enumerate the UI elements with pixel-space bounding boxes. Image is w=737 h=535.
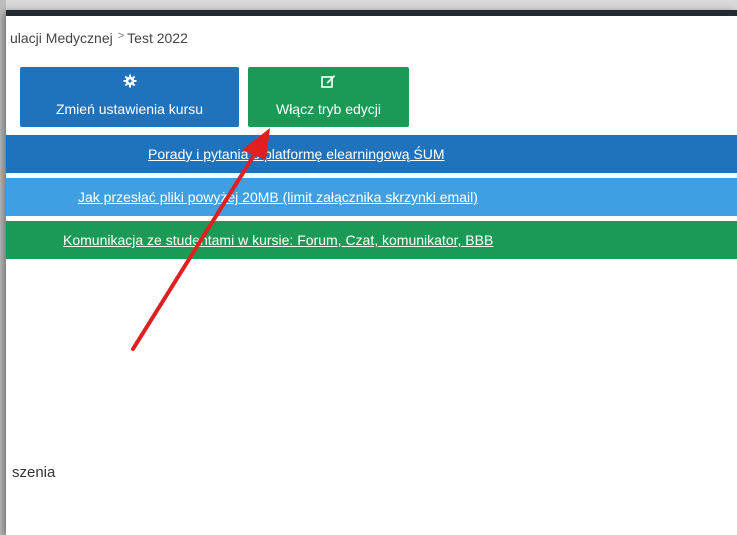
course-page: ulacji Medycznej > Test 2022 Zmień ustawie… [6, 10, 737, 535]
link-file-upload-help[interactable]: Jak przesłać pliki powyżej 20MB (limit z… [78, 178, 478, 216]
link-platform-tips[interactable]: Porady i pytania o platformę elearningow… [148, 135, 445, 173]
edit-icon [248, 74, 409, 90]
banner-communication: Komunikacja ze studentami w kursie: Foru… [6, 221, 737, 259]
breadcrumb-separator: > [117, 30, 125, 42]
partial-content-text: szenia [12, 464, 56, 481]
banner-platform-tips: Porady i pytania o platformę elearningow… [6, 135, 737, 173]
enable-edit-mode-button[interactable]: Włącz tryb edycji [248, 67, 409, 127]
link-student-communication[interactable]: Komunikacja ze studentami w kursie: Foru… [63, 221, 493, 259]
change-course-settings-label: Zmień ustawienia kursu [55, 101, 204, 117]
gear-icon [20, 74, 239, 90]
breadcrumb: ulacji Medycznej > Test 2022 [10, 30, 188, 46]
banner-file-upload: Jak przesłać pliki powyżej 20MB (limit z… [6, 178, 737, 216]
top-bar [6, 10, 737, 16]
change-course-settings-button[interactable]: Zmień ustawienia kursu [20, 67, 239, 127]
breadcrumb-item-course-category[interactable]: ulacji Medycznej [10, 30, 113, 46]
breadcrumb-item-course[interactable]: Test 2022 [127, 30, 188, 46]
enable-edit-mode-label: Włącz tryb edycji [275, 101, 382, 117]
